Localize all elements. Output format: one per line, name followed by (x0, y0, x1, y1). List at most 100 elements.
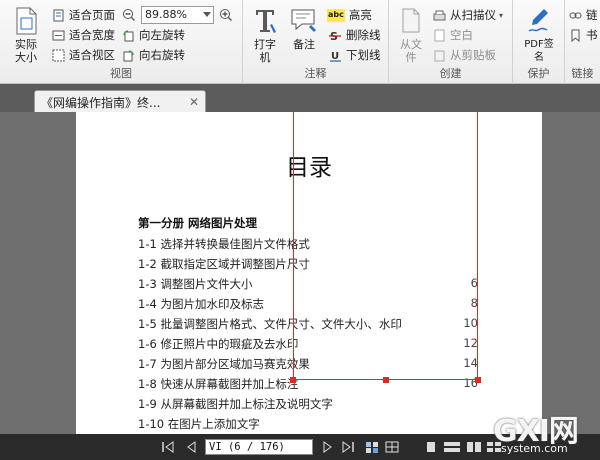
highlight-button[interactable]: abc 高亮 (327, 6, 372, 24)
link-label: 链 (586, 8, 598, 22)
pdf-sign-label: PDF签名 (524, 39, 554, 63)
typewriter-icon (256, 10, 276, 33)
protect-group: PDF签名 保护 (513, 0, 565, 84)
watermark-url: system.com (501, 442, 568, 455)
blank-page-label: 空白 (450, 28, 473, 42)
underline-button[interactable]: U 下划线 (329, 46, 381, 64)
actual-size-button[interactable]: 实际大小 (8, 6, 44, 64)
resize-handle[interactable] (383, 377, 389, 383)
rotate-left-icon (123, 29, 134, 41)
resize-handle[interactable] (290, 377, 296, 383)
close-icon[interactable]: ✕ (189, 95, 199, 109)
site-watermark: GXI网 system.com (493, 406, 597, 460)
annotate-group-label: 注释 (304, 67, 327, 80)
toc-item: 1-9 从屏幕截图并加上标注及说明文字 (138, 397, 333, 411)
toc-item: 1-6 修正照片中的瑕疵及去水印 (138, 337, 299, 351)
note-label: 备注 (293, 38, 315, 51)
bookmark-label: 书 (586, 28, 598, 42)
page-number-input[interactable]: VI (6 / 176) (205, 439, 313, 455)
facing-view-icon[interactable] (466, 441, 482, 453)
continuous-view-icon[interactable] (443, 441, 461, 453)
create-group: 从文件 从扫描仪 ▾ 空白 从剪贴板 创建 (389, 0, 513, 84)
document-viewport[interactable]: 目录 第一分册 网络图片处理 1-1 选择并转换最佳图片文件格式 1-2 截取指… (0, 112, 600, 434)
blank-page-button[interactable]: 空白 (433, 26, 473, 44)
fit-width-icon (52, 30, 65, 40)
rotate-left-button[interactable]: 向左旋转 (122, 26, 185, 44)
page-grid-icon[interactable] (384, 440, 400, 454)
document-tab-strip: 《网编操作指南》终... ✕ (0, 84, 600, 112)
toc-section-heading: 第一分册 网络图片处理 (138, 216, 258, 230)
from-scanner-label: 从扫描仪 (450, 8, 496, 22)
first-page-icon[interactable] (160, 440, 176, 454)
strikethrough-label: 删除线 (346, 28, 381, 42)
next-page-icon[interactable] (320, 440, 336, 454)
fit-page-icon (53, 9, 64, 21)
document-page: 目录 第一分册 网络图片处理 1-1 选择并转换最佳图片文件格式 1-2 截取指… (76, 112, 542, 434)
zoom-level-value: 89.88% (145, 8, 187, 21)
resize-handle[interactable] (475, 377, 481, 383)
view-group-label: 视图 (110, 67, 132, 80)
from-file-button[interactable]: 从文件 (397, 6, 425, 64)
single-page-view-icon[interactable] (424, 441, 438, 453)
chevron-down-icon (203, 12, 211, 17)
zoom-in-icon[interactable] (219, 8, 233, 22)
annotate-group: 打字机 备注 abc 高亮 S 删除线 U 下划线 注释 (243, 0, 389, 84)
toc-item: 1-3 调整图片文件大小 (138, 277, 253, 291)
scanner-icon (433, 10, 446, 20)
typewriter-button[interactable]: 打字机 (251, 6, 279, 64)
toc-item: 1-4 为图片加水印及标志 (138, 297, 264, 311)
rotate-right-icon (123, 49, 134, 61)
rotate-right-label: 向右旋转 (139, 48, 185, 62)
actual-size-label: 实际大小 (15, 38, 37, 64)
previous-page-icon[interactable] (183, 440, 199, 454)
clipboard-icon (434, 49, 445, 61)
document-tab-title: 《网编操作指南》终... (41, 96, 161, 110)
bookmark-button[interactable]: 书 (569, 26, 598, 44)
view-group: 实际大小 适合页面 适合宽度 适合视区 89.88% 向左旋转 向右旋转 视图 (0, 0, 243, 84)
fit-page-button[interactable]: 适合页面 (52, 6, 115, 24)
ribbon-toolbar: 实际大小 适合页面 适合宽度 适合视区 89.88% 向左旋转 向右旋转 视图 (0, 0, 600, 84)
selection-rectangle[interactable] (290, 112, 481, 383)
toc-item: 1-8 快速从屏幕截图并加上标注 (138, 377, 299, 391)
last-page-icon[interactable] (340, 440, 356, 454)
toc-item: 1-1 选择并转换最佳图片文件格式 (138, 237, 310, 251)
bookmark-icon (571, 29, 580, 42)
pen-sign-icon (528, 9, 548, 32)
highlight-label: 高亮 (348, 8, 372, 22)
link-icon (569, 12, 582, 18)
highlight-icon: abc (327, 8, 345, 22)
document-tab[interactable]: 《网编操作指南》终... ✕ (34, 90, 206, 112)
link-button[interactable]: 链 (569, 6, 598, 24)
from-clipboard-label: 从剪贴板 (450, 48, 496, 62)
page-thumbnail-icon[interactable] (364, 440, 380, 454)
strikethrough-icon: S (329, 30, 341, 42)
link-group-label: 链接 (571, 67, 594, 80)
from-file-icon (402, 8, 420, 33)
toc-item: 1-2 截取指定区域并调整图片尺寸 (138, 257, 310, 271)
fit-page-label: 适合页面 (69, 8, 115, 22)
fit-width-button[interactable]: 适合宽度 (52, 26, 115, 44)
pdf-sign-button[interactable]: PDF签名 (521, 6, 557, 64)
zoom-level-select[interactable]: 89.88% (141, 6, 214, 24)
chevron-down-icon: ▾ (499, 10, 504, 20)
blank-page-icon (434, 29, 445, 41)
note-button[interactable]: 备注 (287, 6, 321, 51)
rotate-right-button[interactable]: 向右旋转 (122, 46, 185, 64)
page-indicator-value: VI (6 / 176) (209, 441, 285, 453)
typewriter-label: 打字机 (254, 38, 276, 64)
strikethrough-button[interactable]: S 删除线 (329, 26, 381, 44)
from-clipboard-button[interactable]: 从剪贴板 (433, 46, 496, 64)
actual-size-icon (16, 7, 37, 35)
from-scanner-button[interactable]: 从扫描仪 ▾ (433, 6, 503, 24)
protect-group-label: 保护 (527, 67, 550, 80)
zoom-out-icon[interactable] (122, 8, 136, 22)
create-group-label: 创建 (439, 67, 462, 80)
rotate-left-label: 向左旋转 (139, 28, 185, 42)
fit-width-label: 适合宽度 (69, 28, 115, 42)
fit-view-button[interactable]: 适合视区 (52, 46, 115, 64)
underline-label: 下划线 (346, 48, 381, 62)
note-icon (291, 9, 316, 32)
link-group: 链 书 链接 (565, 0, 600, 84)
toc-item: 1-10 在图片上添加文字 (138, 417, 260, 431)
underline-icon: U (330, 51, 341, 62)
